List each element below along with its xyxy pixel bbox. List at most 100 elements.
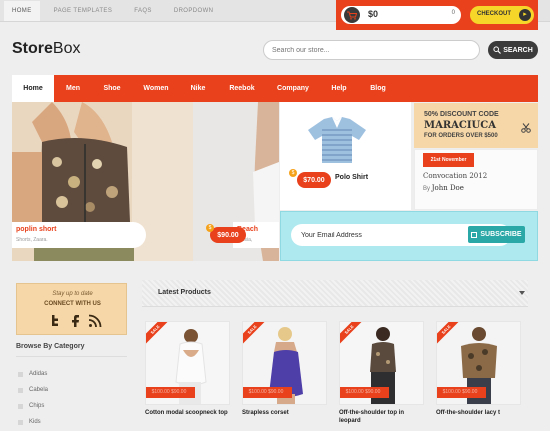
- social-connect-box: Stay up to date CONNECT WITH US: [16, 283, 127, 335]
- blog-post-author: By John Doe: [423, 184, 464, 192]
- top-link-faqs[interactable]: FAQS: [134, 8, 152, 14]
- scissors-icon: [521, 123, 531, 133]
- sale-label: SALE: [243, 322, 265, 344]
- bullet-icon: [18, 387, 23, 393]
- search-input[interactable]: [263, 40, 480, 60]
- category-label: Adidas: [29, 371, 48, 377]
- bullet-icon: [18, 403, 23, 409]
- nav-item-home[interactable]: Home: [12, 75, 54, 102]
- nav-item-nike[interactable]: Nike: [180, 75, 216, 102]
- sale-ribbon: SALE: [243, 322, 265, 344]
- sale-label: SALE: [340, 322, 362, 344]
- product-name[interactable]: Off-the-shoulder top in leopard: [339, 409, 424, 425]
- hero-product-label[interactable]: poplin short Shorts, Zaara.: [12, 222, 146, 248]
- hero-slide-poplin-short[interactable]: poplin short Shorts, Zaara.: [12, 102, 193, 261]
- product-card[interactable]: SALE $100.00 $90.00 Off-the-shoulder lac…: [436, 321, 521, 417]
- nav-item-help[interactable]: Help: [318, 75, 360, 102]
- checkout-button[interactable]: CHECKOUT ▸: [470, 6, 534, 24]
- top-link-page-templates[interactable]: PAGE TEMPLATES: [54, 8, 113, 14]
- search-icon: [493, 46, 502, 54]
- category-item-chips[interactable]: Chips: [18, 403, 44, 409]
- search-button-label: SEARCH: [503, 46, 533, 54]
- top-link-home[interactable]: HOME: [4, 1, 40, 21]
- store-logo[interactable]: StoreBox: [12, 40, 80, 58]
- facebook-icon[interactable]: [68, 314, 82, 328]
- checkbox-icon: [471, 231, 478, 238]
- blog-post-title[interactable]: Convocation 2012: [423, 172, 487, 180]
- sale-label: SALE: [437, 322, 459, 344]
- hero-price-badge[interactable]: $90.00: [210, 227, 246, 243]
- featured-polo-shirt[interactable]: Polo Shirt: [280, 102, 411, 210]
- main-nav: Home Men Shoe Women Nike Reebok Company …: [12, 75, 538, 102]
- polo-price-badge[interactable]: $70.00: [297, 172, 331, 188]
- latest-products-header: Latest Products: [142, 280, 528, 307]
- sale-ribbon: SALE: [437, 322, 459, 344]
- hero-product-name: poplin short: [16, 226, 57, 233]
- category-label: Chips: [29, 403, 45, 409]
- category-item-kids[interactable]: Kids: [18, 419, 41, 425]
- cart-icon: [344, 7, 360, 23]
- discount-banner[interactable]: 50% DISCOUNT CODE MARACIUCA FOR ORDERS O…: [414, 103, 538, 148]
- discount-condition: FOR ORDERS OVER $500: [424, 133, 498, 139]
- nav-item-reebok[interactable]: Reebok: [216, 75, 268, 102]
- nav-item-shoe[interactable]: Shoe: [92, 75, 132, 102]
- browse-by-category-heading: Browse By Category: [16, 343, 127, 357]
- product-price: $100.00 $90.00: [243, 387, 292, 398]
- sale-ribbon: SALE: [340, 322, 362, 344]
- bullet-icon: [18, 371, 23, 377]
- dollar-icon: $: [289, 169, 297, 177]
- connect-with-us-text: CONNECT WITH US: [44, 301, 101, 307]
- category-label: Kids: [29, 419, 41, 425]
- sale-label: SALE: [146, 322, 168, 344]
- cart-count: 0: [451, 10, 455, 16]
- discount-headline: 50% DISCOUNT CODE: [424, 111, 499, 118]
- product-name[interactable]: Cotton modal scoopneck top: [145, 409, 230, 417]
- sale-ribbon: SALE: [146, 322, 168, 344]
- product-image[interactable]: SALE $100.00 $90.00: [339, 321, 424, 405]
- discount-code: MARACIUCA: [424, 120, 496, 131]
- search-button[interactable]: SEARCH: [488, 41, 538, 59]
- product-image[interactable]: SALE $100.00 $90.00: [145, 321, 230, 405]
- checkout-label: CHECKOUT: [477, 11, 511, 17]
- latest-products-title: Latest Products: [158, 289, 211, 296]
- top-link-dropdown[interactable]: DROPDOWN: [174, 8, 214, 14]
- category-item-adidas[interactable]: Adidas: [18, 371, 47, 377]
- logo-light: Box: [52, 40, 81, 57]
- author-name: John Doe: [431, 184, 464, 192]
- arrow-right-icon: ▸: [519, 9, 531, 21]
- category-label: Cabela: [29, 387, 49, 393]
- nav-item-men[interactable]: Men: [54, 75, 92, 102]
- product-name[interactable]: Off-the-shoulder lacy t: [436, 409, 521, 417]
- nav-item-company[interactable]: Company: [268, 75, 318, 102]
- cart-summary[interactable]: $0 0: [341, 6, 461, 24]
- product-image[interactable]: SALE $100.00 $90.00: [436, 321, 521, 405]
- newsletter-box: SUBSCRIBE: [280, 211, 538, 261]
- product-name[interactable]: Strapless corset: [242, 409, 327, 417]
- product-card[interactable]: SALE $100.00 $90.00 Strapless corset: [242, 321, 327, 417]
- blog-post-date: 21st November: [423, 153, 474, 167]
- polo-name: Polo Shirt: [335, 174, 369, 181]
- twitter-icon[interactable]: [48, 314, 62, 328]
- logo-bold: Store: [12, 40, 53, 57]
- chevron-down-icon[interactable]: [519, 291, 525, 295]
- author-by-label: By: [423, 186, 431, 192]
- subscribe-label: SUBSCRIBE: [480, 231, 522, 238]
- product-price: $100.00 $90.00: [340, 387, 389, 398]
- blog-post-card[interactable]: 21st November Convocation 2012 By John D…: [414, 149, 538, 210]
- stay-up-to-date-text: Stay up to date: [52, 291, 93, 297]
- category-item-cabela[interactable]: Cabela: [18, 387, 48, 393]
- product-price: $100.00 $90.00: [437, 387, 486, 398]
- hero-product-sub: Shorts, Zaara.: [16, 237, 48, 243]
- product-image[interactable]: SALE $100.00 $90.00: [242, 321, 327, 405]
- rss-icon[interactable]: [88, 314, 102, 328]
- product-price: $100.00 $90.00: [146, 387, 195, 398]
- subscribe-button[interactable]: SUBSCRIBE: [468, 226, 525, 243]
- nav-item-women[interactable]: Women: [132, 75, 180, 102]
- dollar-icon: $: [206, 224, 214, 232]
- product-card[interactable]: SALE $100.00 $90.00 Cotton modal scoopne…: [145, 321, 230, 417]
- cart-bar: $0 0 CHECKOUT ▸: [336, 0, 538, 30]
- cart-amount: $0: [368, 9, 379, 19]
- product-card[interactable]: SALE $100.00 $90.00 Off-the-shoulder top…: [339, 321, 424, 425]
- top-links: HOME PAGE TEMPLATES FAQS DROPDOWN: [4, 0, 235, 22]
- nav-item-blog[interactable]: Blog: [360, 75, 396, 102]
